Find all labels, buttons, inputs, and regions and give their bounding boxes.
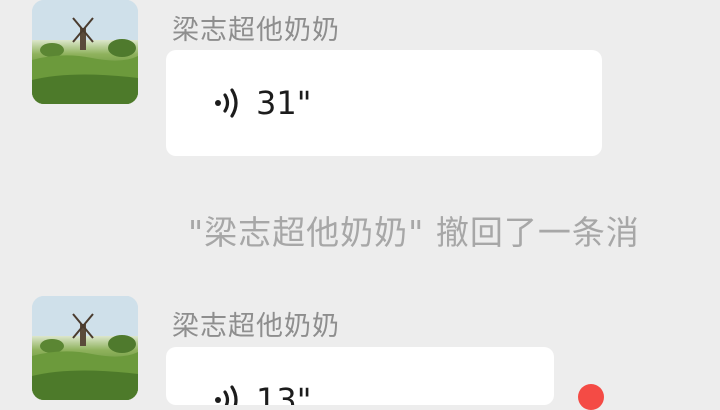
voice-duration: 13" xyxy=(256,381,312,405)
windmill-field-avatar-icon xyxy=(32,296,138,400)
voice-message-bubble[interactable]: 13" xyxy=(166,347,554,405)
voice-message-bubble[interactable]: 31" xyxy=(166,50,602,156)
recall-notice: "梁志超他奶奶" 撤回了一条消 xyxy=(188,213,640,252)
avatar[interactable] xyxy=(32,296,138,400)
sender-name: 梁志超他奶奶 xyxy=(172,311,340,342)
voice-wave-icon xyxy=(215,88,238,118)
avatar[interactable] xyxy=(32,0,138,104)
unread-indicator xyxy=(578,384,604,410)
voice-duration: 31" xyxy=(256,84,312,122)
windmill-field-avatar-icon xyxy=(32,0,138,104)
voice-wave-icon xyxy=(215,385,238,405)
sender-name: 梁志超他奶奶 xyxy=(172,15,340,46)
